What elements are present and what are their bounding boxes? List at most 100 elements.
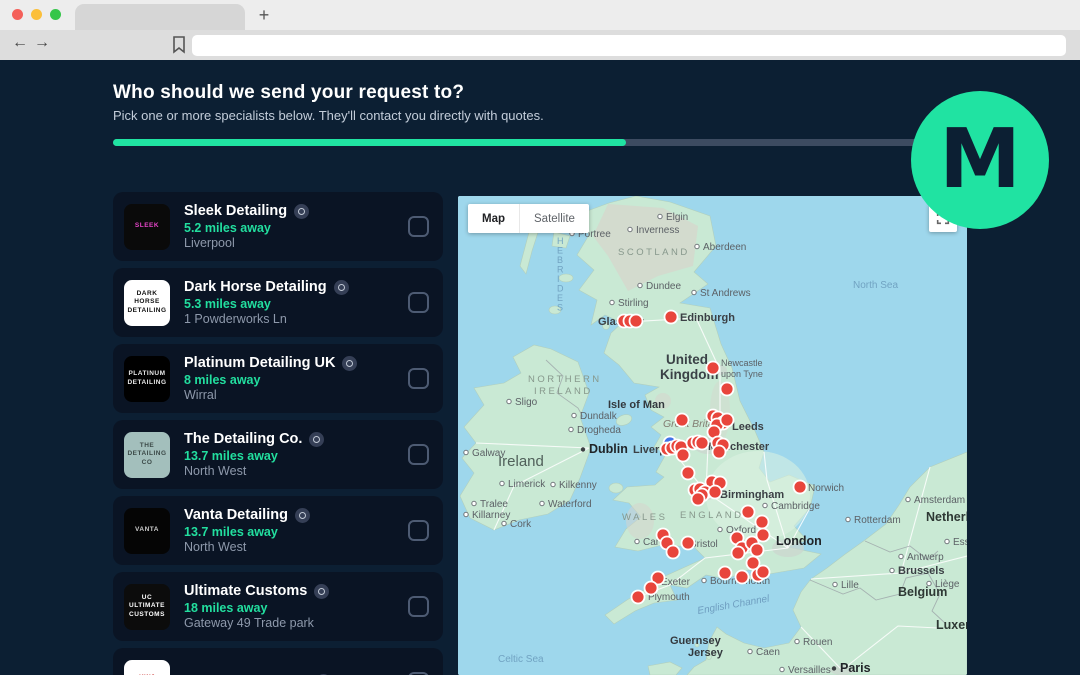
map-place-dot: [500, 481, 504, 485]
map-label: North Sea: [853, 280, 898, 291]
map-marker-red[interactable]: [630, 315, 643, 328]
specialist-checkbox[interactable]: [408, 596, 429, 617]
specialist-card[interactable]: DARK HORSE DETAILING Dark Horse Detailin…: [113, 268, 443, 337]
specialist-name: Dark Horse Detailing: [184, 279, 327, 295]
brand-logo-letter: M: [939, 119, 1021, 201]
zoom-window-button[interactable]: [50, 9, 61, 20]
map-label: Waterford: [548, 499, 592, 510]
progress-bar-fill: [113, 139, 626, 146]
info-icon[interactable]: [294, 204, 309, 219]
map-marker-red[interactable]: [721, 383, 734, 396]
forward-button[interactable]: →: [32, 34, 52, 52]
map-label: WALES: [622, 512, 667, 523]
map-marker-red[interactable]: [696, 437, 709, 450]
map-label: Celtic Sea: [498, 654, 544, 665]
map-label: Rotterdam: [854, 515, 901, 526]
map-place-dot: [540, 501, 544, 505]
close-window-button[interactable]: [12, 9, 23, 20]
map-marker-red[interactable]: [665, 311, 678, 324]
window-controls: [12, 9, 61, 20]
specialist-checkbox[interactable]: [408, 520, 429, 541]
map[interactable]: ElginInvernessPortreeAberdeenSCOTLANDHEB…: [458, 196, 967, 675]
map-marker-red[interactable]: [756, 516, 769, 529]
specialist-card[interactable]: VANTA Vanta Detailing 13.7 miles away No…: [113, 496, 443, 565]
map-label: Belgium: [898, 585, 947, 599]
map-label: Drogheda: [577, 425, 621, 436]
back-button[interactable]: ←: [10, 34, 30, 52]
map-marker-red[interactable]: [713, 446, 726, 459]
map-marker-red[interactable]: [676, 414, 689, 427]
map-marker-red[interactable]: [692, 493, 705, 506]
specialist-checkbox[interactable]: [408, 444, 429, 465]
map-place-dot: [464, 512, 468, 516]
specialist-checkbox[interactable]: [408, 216, 429, 237]
browser-window: + ← →: [0, 0, 1080, 60]
map-label: Stirling: [618, 298, 649, 309]
map-marker-red[interactable]: [632, 591, 645, 604]
minimize-window-button[interactable]: [31, 9, 42, 20]
map-marker-red[interactable]: [721, 414, 734, 427]
map-label: Paris: [840, 661, 871, 675]
map-label: Kilkenny: [559, 480, 597, 491]
info-icon[interactable]: [295, 508, 310, 523]
map-place-dot: [718, 527, 722, 531]
map-place-dot: [890, 568, 894, 572]
specialist-distance: 5.3 miles away: [184, 297, 400, 311]
specialist-logo: KWJ PERFORMANCE: [124, 660, 170, 675]
specialist-name: Vanta Detailing: [184, 507, 288, 523]
map-label: Exeter: [661, 577, 691, 588]
map-marker-red[interactable]: [757, 566, 770, 579]
map-marker-red[interactable]: [719, 567, 732, 580]
map-marker-red[interactable]: [645, 582, 658, 595]
address-bar[interactable]: [192, 35, 1066, 56]
map-label: Aberdeen: [703, 242, 746, 253]
map-label: Caen: [756, 647, 780, 658]
map-marker-red[interactable]: [677, 449, 690, 462]
map-canvas: ElginInvernessPortreeAberdeenSCOTLANDHEB…: [458, 196, 967, 675]
map-marker-red[interactable]: [709, 486, 722, 499]
info-icon[interactable]: [314, 584, 329, 599]
specialist-checkbox[interactable]: [408, 292, 429, 313]
map-marker-red[interactable]: [751, 544, 764, 557]
map-place-dot: [464, 450, 468, 454]
map-marker-red[interactable]: [667, 546, 680, 559]
specialist-list: SLEEK Sleek Detailing 5.2 miles away Liv…: [113, 192, 443, 675]
specialist-info: Dark Horse Detailing 5.3 miles away 1 Po…: [184, 279, 400, 326]
map-marker-red[interactable]: [794, 481, 807, 494]
specialist-card[interactable]: KWJ PERFORMANCE KWJ Performance: [113, 648, 443, 675]
map-marker-red[interactable]: [736, 571, 749, 584]
map-place-dot: [692, 290, 696, 294]
map-place-dot: [572, 413, 576, 417]
browser-tab-strip: +: [0, 0, 1080, 30]
map-type-satellite-button[interactable]: Satellite: [520, 204, 589, 233]
info-icon[interactable]: [309, 432, 324, 447]
map-place-dot: [507, 399, 511, 403]
map-marker-red[interactable]: [742, 506, 755, 519]
info-icon[interactable]: [342, 356, 357, 371]
map-marker-red[interactable]: [732, 547, 745, 560]
map-place-dot: [945, 539, 949, 543]
map-label: Amsterdam: [914, 495, 965, 506]
map-marker-red[interactable]: [682, 467, 695, 480]
map-place-dot: [472, 501, 476, 505]
specialist-checkbox[interactable]: [408, 368, 429, 389]
specialist-card[interactable]: UC ULTIMATE CUSTOMS Ultimate Customs 18 …: [113, 572, 443, 641]
info-icon[interactable]: [334, 280, 349, 295]
specialist-card[interactable]: THE DETAILING CO The Detailing Co. 13.7 …: [113, 420, 443, 489]
specialist-info: Platinum Detailing UK 8 miles away Wirra…: [184, 355, 400, 402]
map-label: ENGLAND: [680, 510, 743, 521]
browser-tab[interactable]: [75, 4, 245, 30]
map-marker-red[interactable]: [682, 537, 695, 550]
specialist-name: Platinum Detailing UK: [184, 355, 335, 371]
map-type-map-button[interactable]: Map: [468, 204, 520, 233]
bookmark-icon[interactable]: [172, 36, 186, 59]
map-label: Guernsey: [670, 635, 722, 647]
map-marker-red[interactable]: [707, 362, 720, 375]
map-label: Dundee: [646, 281, 681, 292]
specialist-card[interactable]: PLATINUM DETAILING Platinum Detailing UK…: [113, 344, 443, 413]
specialist-info: Sleek Detailing 5.2 miles away Liverpool: [184, 203, 400, 250]
specialist-card[interactable]: SLEEK Sleek Detailing 5.2 miles away Liv…: [113, 192, 443, 261]
map-marker-red[interactable]: [757, 529, 770, 542]
new-tab-button[interactable]: +: [252, 3, 276, 27]
map-label: Newcastle: [721, 358, 763, 368]
